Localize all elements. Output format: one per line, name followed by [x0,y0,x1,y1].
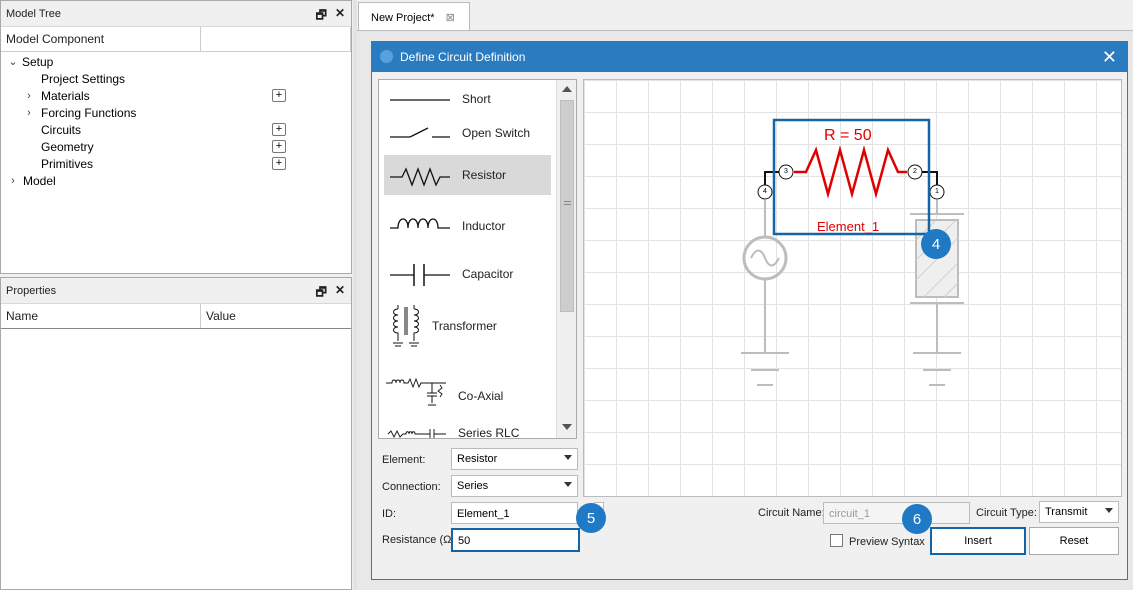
tab-close-icon[interactable]: ⊠ [446,12,455,24]
tree-item-model[interactable]: › Model [6,172,56,189]
inductor-icon [390,218,450,229]
co-axial-icon [386,377,446,406]
element-select[interactable]: Resistor [451,448,578,470]
dialog-title: Define Circuit Definition [400,50,526,64]
pin-1-label: 1 [935,188,939,195]
palette-item-transformer[interactable]: Transformer [384,300,551,352]
chevron-right-icon[interactable]: › [22,107,36,119]
add-circuit-button[interactable]: + [272,123,286,136]
scroll-down-icon[interactable] [562,424,572,430]
chevron-down-icon [1105,508,1113,513]
open-switch-icon [390,127,450,138]
palette-item-resistor[interactable]: Resistor [384,155,551,195]
app-icon [380,50,393,63]
element-palette: Short Open Switch Resistor Inductor Capa… [378,79,577,439]
resistor-symbol [794,145,907,199]
tree-item-project-settings[interactable]: Project Settings [41,70,125,87]
circuit-type-select[interactable]: Transmit [1039,501,1119,523]
palette-item-open-switch[interactable]: Open Switch [384,120,551,146]
add-material-button[interactable]: + [272,89,286,102]
tree-item-circuits[interactable]: Circuits [41,121,81,138]
circuit-name-input[interactable]: circuit_1 [823,502,970,524]
model-component-column[interactable]: Model Component [1,27,201,51]
properties-pane: Properties 🗗 ✕ Name Value [0,277,352,590]
tree-item-geometry[interactable]: Geometry [41,138,94,155]
step-badge-4: 4 [921,229,951,259]
value-column[interactable]: Value [201,304,351,328]
dialog-close-icon[interactable]: ✕ [1102,47,1117,68]
reset-button[interactable]: Reset [1029,527,1119,555]
tree-item-setup[interactable]: ⌄ Setup [6,53,53,70]
short-icon [390,99,450,101]
tree-item-materials[interactable]: › Materials [22,87,90,104]
connection-label: Connection: [382,481,441,493]
circuit-name-label: Circuit Name: [758,507,825,519]
preview-syntax-label: Preview Syntax [849,536,925,548]
properties-title: Properties [6,284,57,297]
chevron-right-icon[interactable]: › [6,175,20,187]
pin-2-label: 2 [913,168,917,175]
series-rlc-icon [387,429,446,438]
model-tree-pane: Model Tree 🗗 ✕ Model Component ⌄ Setup P… [0,0,352,274]
add-primitive-button[interactable]: + [272,157,286,170]
model-tree-title: Model Tree [6,7,62,20]
chevron-down-icon [564,455,572,460]
model-tree-header: Model Tree 🗗 ✕ [1,1,351,27]
id-input[interactable]: Element_1 [451,502,578,524]
palette-item-short[interactable]: Short [384,86,551,112]
pin-4-label: 4 [763,188,767,195]
palette-item-capacitor[interactable]: Capacitor [384,256,551,292]
preview-syntax-checkbox[interactable] [830,534,843,547]
tree-item-forcing-functions[interactable]: › Forcing Functions [22,104,136,121]
scroll-thumb[interactable] [560,100,574,312]
element-name-label: Element_1 [817,219,880,234]
palette-item-series-rlc[interactable]: Series RLC [384,422,551,438]
step-badge-6: 6 [902,504,932,534]
chevron-down-icon [564,482,572,487]
name-column[interactable]: Name [1,304,201,328]
circuit-type-label: Circuit Type: [976,507,1037,519]
palette-scrollbar[interactable] [556,80,576,438]
resistor-value-label: R = 50 [824,127,872,144]
grip-icon [564,201,571,205]
insert-button[interactable]: Insert [930,527,1026,555]
element-label: Element: [382,454,426,466]
add-geometry-button[interactable]: + [272,140,286,153]
resistance-input[interactable]: 50 [451,528,580,552]
palette-item-co-axial[interactable]: Co-Axial [384,372,551,412]
transformer-icon [393,305,419,347]
resistance-label: Resistance (Ω): [382,534,459,546]
id-label: ID: [382,508,397,520]
close-icon[interactable]: ✕ [335,283,345,304]
scroll-up-icon[interactable] [562,86,572,92]
dialog-title-bar: Define Circuit Definition ✕ [372,42,1127,72]
connection-select[interactable]: Series [451,475,578,497]
close-icon[interactable]: ✕ [335,6,345,27]
chevron-right-icon[interactable]: › [22,90,36,102]
resistor-icon [390,167,450,187]
tab-new-project[interactable]: New Project* ⊠ [358,2,470,30]
properties-column-header: Name Value [1,304,351,329]
model-tree-column-header: Model Component [1,27,351,52]
restore-icon[interactable]: 🗗 [316,283,327,304]
empty-column [201,27,351,51]
palette-item-inductor[interactable]: Inductor [384,208,551,244]
circuit-canvas[interactable]: 3 2 4 1 R = 50 Element_1 4 [583,79,1122,497]
restore-icon[interactable]: 🗗 [316,6,327,27]
chevron-down-icon[interactable]: ⌄ [6,55,20,68]
properties-header: Properties 🗗 ✕ [1,278,351,304]
step-badge-5: 5 [576,503,606,533]
capacitor-icon [390,264,450,286]
tree-item-primitives[interactable]: Primitives [41,155,93,172]
pin-3-label: 3 [784,168,788,175]
